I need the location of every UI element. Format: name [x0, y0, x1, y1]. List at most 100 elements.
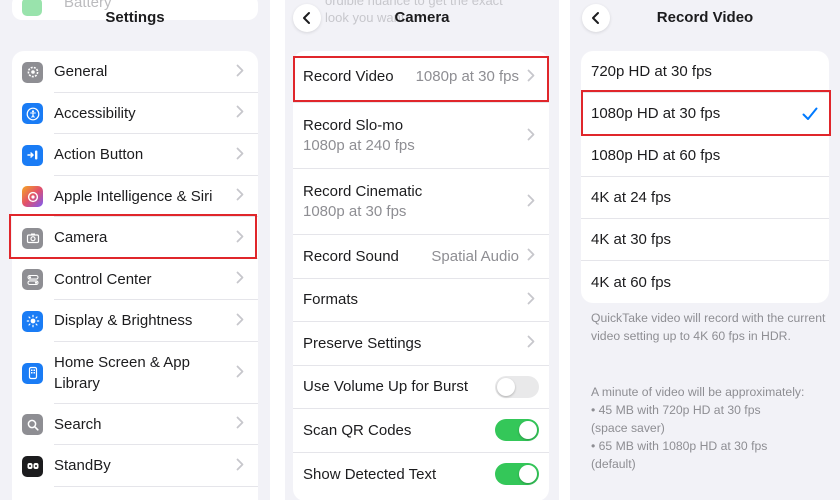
option-label: 1080p HD at 30 fps — [591, 105, 721, 122]
camera-icon — [22, 227, 43, 249]
sidebar-item-search[interactable]: Search — [12, 404, 258, 446]
volume-burst-toggle[interactable] — [495, 375, 539, 398]
settings-panel: Battery Settings General Accessibility A… — [0, 0, 270, 500]
settings-list: General Accessibility Action Button Appl… — [12, 51, 258, 500]
item-label: Home Screen & App Library — [54, 353, 190, 392]
option-720p-30[interactable]: 720p HD at 30 fps — [581, 51, 829, 93]
size-estimate-note: A minute of video will be approximately:… — [591, 383, 831, 473]
item-label: General — [54, 63, 108, 81]
item-value: 1080p at 30 fps — [303, 203, 407, 220]
item-label: Search — [54, 415, 102, 433]
detected-text-row: Show Detected Text — [293, 453, 549, 497]
option-label: 4K at 30 fps — [591, 231, 672, 248]
note-line: (default) — [591, 457, 636, 471]
page-title: Camera — [394, 9, 450, 26]
option-4k-30[interactable]: 4K at 30 fps — [581, 219, 829, 261]
accessibility-icon — [22, 103, 43, 125]
record-video-row[interactable]: Record Video 1080p at 30 fps — [293, 51, 549, 103]
siri-icon — [22, 186, 43, 208]
chevron-right-icon — [523, 194, 539, 210]
option-label: 1080p HD at 60 fps — [591, 147, 721, 164]
detected-text-toggle[interactable] — [495, 463, 539, 486]
record-cinematic-row[interactable]: Record Cinematic 1080p at 30 fps — [293, 169, 549, 235]
item-label: Scan QR Codes — [303, 421, 412, 439]
item-value: 1080p at 30 fps — [415, 68, 519, 85]
record-sound-row[interactable]: Record Sound Spatial Audio — [293, 235, 549, 279]
camera-settings-list: Record Video 1080p at 30 fps Record Slo-… — [293, 51, 549, 500]
item-label: Camera — [54, 229, 108, 247]
chevron-right-icon — [232, 230, 248, 246]
option-4k-60[interactable]: 4K at 60 fps — [581, 261, 829, 303]
chevron-right-icon — [232, 271, 248, 287]
gear-icon — [22, 61, 43, 83]
toggle-knob — [519, 421, 537, 440]
volume-burst-row: Use Volume Up for Burst — [293, 366, 549, 409]
quicktake-note: QuickTake video will record with the cur… — [591, 311, 826, 343]
option-label: 4K at 24 fps — [591, 189, 672, 206]
standby-icon — [22, 455, 43, 477]
formats-row[interactable]: Formats — [293, 279, 549, 322]
sidebar-item-standby[interactable]: StandBy — [12, 445, 258, 487]
chevron-right-icon — [523, 248, 539, 264]
sidebar-item-general[interactable]: General — [12, 51, 258, 93]
item-label: Show Detected Text — [303, 465, 437, 483]
item-label: Control Center — [54, 270, 152, 288]
action-button-icon — [22, 144, 43, 166]
option-1080p-30[interactable]: 1080p HD at 30 fps — [581, 93, 829, 135]
page-title: Settings — [105, 9, 165, 26]
chevron-right-icon — [232, 64, 248, 80]
item-label: Use Volume Up for Burst — [303, 378, 469, 396]
chevron-right-icon — [232, 188, 248, 204]
item-value: 1080p at 240 fps — [303, 137, 415, 154]
item-label: StandBy — [54, 457, 111, 475]
sidebar-item-siri[interactable]: Apple Intelligence & Siri — [12, 176, 258, 218]
note-line: (space saver) — [591, 421, 665, 435]
chevron-right-icon — [523, 128, 539, 144]
item-value: Spatial Audio — [431, 247, 519, 265]
item-label: Apple Intelligence & Siri — [54, 187, 213, 205]
search-icon — [22, 414, 43, 436]
item-label: Formats — [303, 291, 359, 309]
resolution-options: 720p HD at 30 fps 1080p HD at 30 fps 108… — [581, 51, 829, 303]
sidebar-item-display-brightness[interactable]: Display & Brightness — [12, 300, 258, 342]
note-line: A minute of video will be approximately: — [591, 385, 805, 399]
chevron-right-icon — [232, 416, 248, 432]
brightness-icon — [22, 310, 43, 332]
item-label: Action Button — [54, 146, 144, 164]
sidebar-item-camera[interactable]: Camera — [12, 217, 258, 259]
item-label: Record Cinematic — [303, 183, 423, 200]
chevron-right-icon — [523, 292, 539, 308]
checkmark-icon — [802, 107, 818, 120]
item-label: Record Video — [303, 68, 394, 85]
scan-qr-toggle[interactable] — [495, 419, 539, 442]
item-label: Display & Brightness — [54, 312, 193, 330]
chevron-right-icon — [523, 335, 539, 351]
item-label: Preserve Settings — [303, 334, 422, 352]
preserve-settings-row[interactable]: Preserve Settings — [293, 322, 549, 366]
sidebar-item-accessibility[interactable]: Accessibility — [12, 93, 258, 135]
camera-panel: ordible nuance to get the exact look you… — [285, 0, 559, 500]
chevron-right-icon — [232, 313, 248, 329]
option-4k-24[interactable]: 4K at 24 fps — [581, 177, 829, 219]
item-label: Accessibility — [54, 104, 136, 122]
sidebar-item-home-screen[interactable]: Home Screen & App Library — [12, 342, 258, 404]
record-video-panel: Record Video 720p HD at 30 fps 1080p HD … — [570, 0, 840, 500]
scan-qr-row: Scan QR Codes — [293, 409, 549, 453]
sidebar-item-action-button[interactable]: Action Button — [12, 134, 258, 176]
option-label: 720p HD at 30 fps — [591, 63, 712, 80]
note-line: • 45 MB with 720p HD at 30 fps — [591, 403, 761, 417]
note-line: • 65 MB with 1080p HD at 30 fps — [591, 439, 768, 453]
option-1080p-60[interactable]: 1080p HD at 60 fps — [581, 135, 829, 177]
item-label: Record Sound — [303, 247, 399, 265]
record-slomo-row[interactable]: Record Slo-mo 1080p at 240 fps — [293, 103, 549, 169]
page-title: Record Video — [656, 9, 754, 26]
control-center-icon — [22, 269, 43, 291]
option-label: 4K at 60 fps — [591, 273, 672, 291]
sidebar-item-control-center[interactable]: Control Center — [12, 259, 258, 301]
toggle-knob — [519, 465, 537, 484]
chevron-right-icon — [232, 365, 248, 381]
home-screen-icon — [22, 362, 43, 384]
chevron-right-icon — [232, 147, 248, 163]
chevron-right-icon — [232, 458, 248, 474]
toggle-knob — [497, 377, 515, 396]
